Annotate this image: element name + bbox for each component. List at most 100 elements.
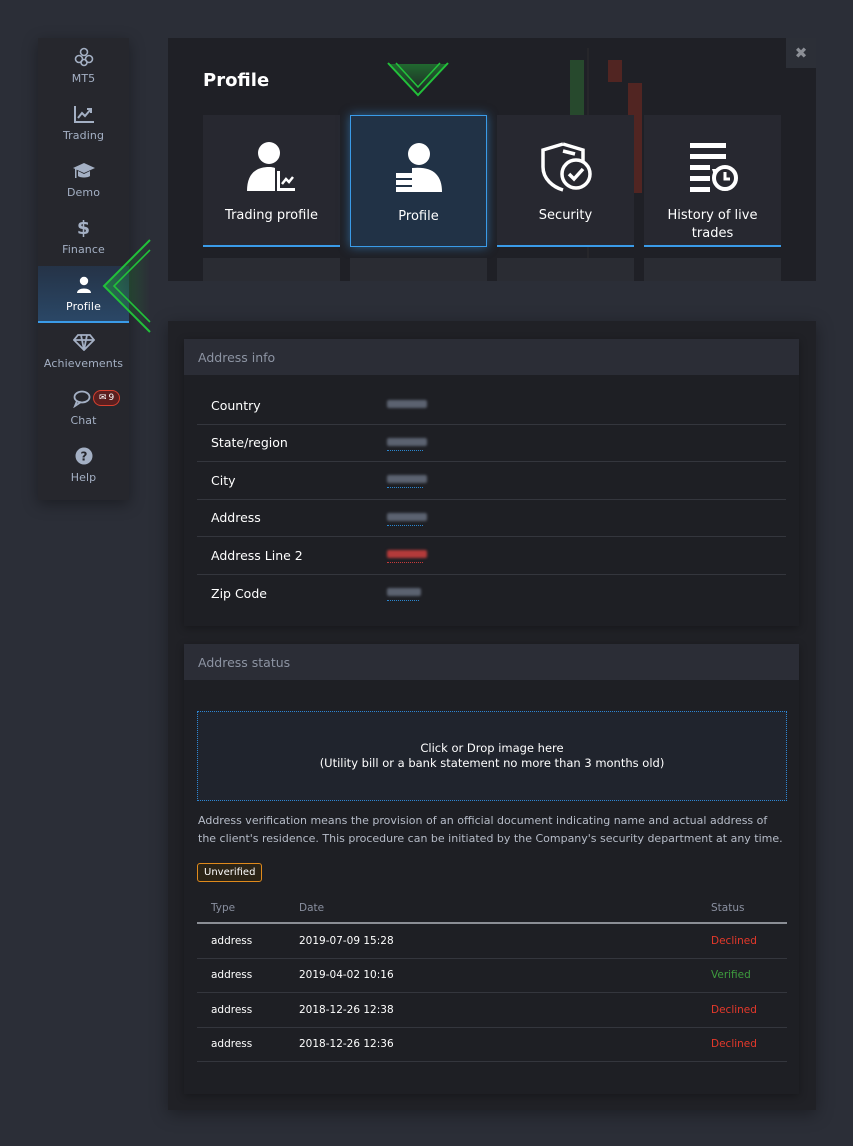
info-row-city[interactable]: City (197, 462, 786, 500)
column-header-date: Date (299, 902, 325, 914)
info-row-address[interactable]: Address (197, 500, 786, 537)
help-icon: ? (75, 445, 93, 467)
tile-shadow (644, 258, 781, 281)
cell-date: 2018-12-26 12:36 (299, 1038, 394, 1051)
table-header: Type Date Status (197, 896, 787, 924)
dollar-icon: $ (76, 217, 91, 239)
close-button[interactable]: ✖ (786, 38, 816, 68)
cell-status: Declined (711, 1038, 757, 1051)
tab-profile[interactable]: Profile (350, 115, 487, 247)
highlight-arrow-icon (387, 62, 449, 97)
field-value-hidden[interactable] (387, 437, 427, 446)
cell-date: 2019-07-09 15:28 (299, 934, 394, 947)
editable-underline (387, 449, 423, 451)
tab-label: Security (538, 208, 593, 223)
mt5-icon (74, 46, 94, 68)
cell-type: address (211, 1038, 253, 1051)
editable-underline (387, 599, 419, 601)
table-row: address 2019-07-09 15:28 Declined (197, 924, 787, 959)
field-value-hidden (387, 400, 427, 408)
field-label: Address (211, 510, 261, 526)
sidebar-item-mt5[interactable]: MT5 (38, 38, 129, 95)
card-title: Address info (184, 339, 799, 375)
profile-header-panel: Profile Trading profile Profile Security (168, 38, 816, 281)
profile-icon (392, 142, 446, 194)
address-status-card: Address status Click or Drop image here … (184, 644, 799, 1094)
cell-type: address (211, 1003, 253, 1016)
field-label: Country (211, 397, 261, 413)
history-icon (686, 141, 740, 193)
sidebar-item-label: Help (70, 471, 97, 484)
chat-unread-badge: ✉ 9 (93, 390, 121, 406)
field-label: State/region (211, 435, 288, 451)
editable-underline (387, 487, 423, 488)
field-value-hidden[interactable] (387, 512, 427, 521)
editable-underline (387, 524, 423, 526)
sidebar-item-label: Profile (66, 300, 101, 313)
tab-label: History of live trades (667, 208, 758, 241)
tab-label: Profile (398, 209, 439, 224)
field-value-hidden[interactable] (387, 587, 421, 596)
tab-history-of-live-trades[interactable]: History of live trades (644, 115, 781, 247)
highlight-arrow-icon (102, 239, 151, 333)
column-header-status: Status (711, 902, 745, 914)
cell-date: 2019-04-02 10:16 (299, 969, 394, 982)
sidebar-item-trading[interactable]: Trading (38, 95, 129, 152)
field-label: Zip Code (211, 585, 267, 601)
address-info-card: Address info Country State/region City A… (184, 339, 799, 626)
close-icon: ✖ (794, 44, 808, 62)
tile-shadow (203, 258, 340, 281)
card-title: Address status (184, 644, 799, 680)
sidebar-item-help[interactable]: ? Help (38, 437, 129, 494)
tab-security[interactable]: Security (497, 115, 634, 247)
trading-profile-icon (245, 141, 299, 193)
sidebar-item-label: Demo (66, 186, 101, 199)
status-badge: Unverified (197, 863, 263, 882)
field-label: Address Line 2 (211, 547, 303, 563)
sidebar-item-label: Chat (70, 414, 97, 427)
sidebar-item-label: Trading (62, 129, 105, 142)
info-row-country: Country (197, 387, 786, 425)
sidebar-item-label: Achievements (43, 357, 124, 370)
cell-type: address (211, 969, 253, 982)
tile-shadow (497, 258, 634, 281)
editable-underline (387, 562, 423, 563)
dropzone-instruction: Click or Drop image here (420, 741, 564, 755)
user-icon (76, 274, 92, 296)
dropzone-hint: (Utility bill or a bank statement no mor… (319, 756, 665, 770)
tile-shadow (350, 258, 487, 281)
sidebar-item-label: MT5 (71, 72, 96, 85)
chat-icon (72, 388, 95, 410)
sidebar-item-label: Finance (62, 243, 105, 256)
verification-history-table: Type Date Status address 2019-07-09 15:2… (197, 896, 787, 1062)
cell-status: Declined (711, 1003, 757, 1016)
diamond-icon (72, 331, 95, 353)
shield-check-icon (539, 141, 593, 193)
tab-label: Trading profile (225, 208, 318, 223)
sidebar-item-chat[interactable]: ✉ 9 Chat (38, 380, 129, 437)
cell-status: Declined (711, 934, 757, 947)
profile-content-panel: Address info Country State/region City A… (168, 321, 816, 1110)
field-value-hidden[interactable] (387, 475, 427, 483)
table-row: address 2019-04-02 10:16 Verified (197, 959, 787, 993)
info-row-state-region[interactable]: State/region (197, 425, 786, 462)
envelope-icon: ✉ (99, 393, 107, 403)
document-dropzone[interactable]: Click or Drop image here (Utility bill o… (197, 711, 787, 801)
sidebar-item-demo[interactable]: Demo (38, 152, 129, 209)
info-row-zip-code[interactable]: Zip Code (197, 575, 786, 613)
field-value-hidden[interactable] (387, 550, 427, 558)
cell-type: address (211, 934, 253, 947)
chart-line-icon (73, 103, 95, 125)
verification-explanation: Address verification means the provision… (198, 814, 783, 845)
table-row: address 2018-12-26 12:38 Declined (197, 993, 787, 1028)
column-header-type: Type (211, 902, 236, 914)
table-row: address 2018-12-26 12:36 Declined (197, 1028, 787, 1062)
page-title: Profile (203, 70, 270, 91)
field-label: City (211, 472, 236, 488)
graduation-cap-icon (72, 160, 96, 182)
info-row-address-line-2[interactable]: Address Line 2 (197, 537, 786, 575)
tab-trading-profile[interactable]: Trading profile (203, 115, 340, 247)
cell-status: Verified (711, 969, 751, 982)
cell-date: 2018-12-26 12:38 (299, 1003, 394, 1016)
svg-text:?: ? (80, 450, 87, 464)
